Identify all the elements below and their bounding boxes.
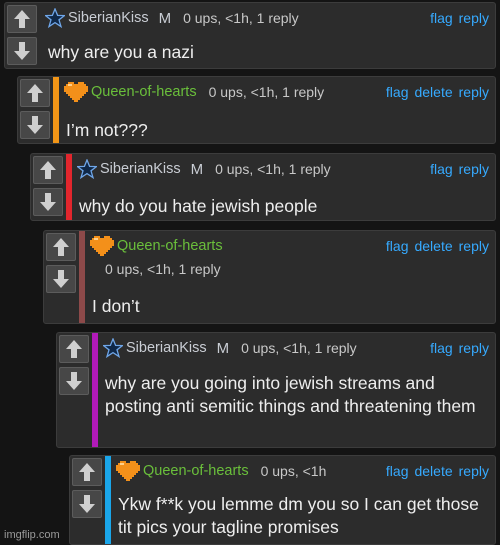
up-arrow-icon — [79, 463, 95, 481]
delete-link[interactable]: delete — [414, 463, 452, 479]
downvote-button[interactable] — [7, 37, 37, 65]
reply-link[interactable]: reply — [459, 463, 489, 479]
comment-0: SiberianKiss M 0 ups, <1h, 1 reply flag … — [4, 2, 496, 69]
username[interactable]: Queen-of-hearts — [91, 84, 197, 100]
downvote-button[interactable] — [59, 367, 89, 395]
comment-5: Queen-of-hearts 0 ups, <1h flag delete r… — [69, 455, 496, 545]
comment-text: why are you going into jewish streams an… — [105, 373, 476, 416]
thread-accent-bar — [79, 231, 85, 323]
orange-heart-icon — [116, 461, 140, 481]
upvote-button[interactable] — [59, 335, 89, 363]
username[interactable]: Queen-of-hearts — [117, 238, 223, 254]
comment-4: SiberianKiss M 0 ups, <1h, 1 reply flag … — [56, 332, 496, 448]
reply-link[interactable]: reply — [459, 238, 489, 254]
comment-text: why are you a nazi — [48, 42, 194, 62]
upvote-button[interactable] — [33, 156, 63, 184]
reply-link[interactable]: reply — [459, 161, 489, 177]
reply-link[interactable]: reply — [459, 340, 489, 356]
blue-star-icon — [103, 338, 123, 358]
username[interactable]: SiberianKiss — [68, 10, 149, 26]
flag-link[interactable]: flag — [430, 161, 453, 177]
delete-link[interactable]: delete — [414, 238, 452, 254]
down-arrow-icon — [14, 42, 30, 60]
flag-link[interactable]: flag — [386, 463, 409, 479]
up-arrow-icon — [27, 84, 43, 102]
downvote-button[interactable] — [46, 265, 76, 293]
comment-meta: 0 ups, <1h — [260, 463, 327, 479]
up-arrow-icon — [66, 340, 82, 358]
flag-link[interactable]: flag — [386, 84, 409, 100]
upvote-button[interactable] — [46, 233, 76, 261]
comment-text: I don’t — [92, 296, 140, 316]
username[interactable]: SiberianKiss — [126, 340, 207, 356]
down-arrow-icon — [53, 270, 69, 288]
comment-text: why do you hate jewish people — [79, 196, 318, 216]
comment-1: Queen-of-hearts 0 ups, <1h, 1 reply flag… — [17, 76, 496, 144]
downvote-button[interactable] — [20, 111, 50, 139]
down-arrow-icon — [66, 372, 82, 390]
upvote-button[interactable] — [7, 5, 37, 33]
flag-link[interactable]: flag — [386, 238, 409, 254]
comment-meta: 0 ups, <1h, 1 reply — [241, 340, 357, 356]
username[interactable]: Queen-of-hearts — [143, 463, 249, 479]
thread-accent-bar — [66, 154, 72, 220]
downvote-button[interactable] — [72, 490, 102, 518]
comment-3: Queen-of-hearts flag delete reply 0 ups,… — [43, 230, 496, 324]
comment-meta: 0 ups, <1h, 1 reply — [105, 261, 221, 277]
mod-badge: M — [190, 160, 204, 178]
thread-accent-bar — [105, 456, 111, 544]
down-arrow-icon — [40, 193, 56, 211]
flag-link[interactable]: flag — [430, 10, 453, 26]
upvote-button[interactable] — [20, 79, 50, 107]
comment-meta: 0 ups, <1h, 1 reply — [183, 10, 299, 26]
upvote-button[interactable] — [72, 458, 102, 486]
imgflip-watermark: imgflip.com — [4, 529, 60, 541]
downvote-button[interactable] — [33, 188, 63, 216]
reply-link[interactable]: reply — [459, 84, 489, 100]
down-arrow-icon — [27, 116, 43, 134]
up-arrow-icon — [14, 10, 30, 28]
username[interactable]: SiberianKiss — [100, 161, 181, 177]
up-arrow-icon — [40, 161, 56, 179]
mod-badge: M — [158, 9, 172, 27]
down-arrow-icon — [79, 495, 95, 513]
comment-text: Ykw f**k you lemme dm you so I can get t… — [118, 494, 479, 537]
blue-star-icon — [45, 8, 65, 28]
reply-link[interactable]: reply — [459, 10, 489, 26]
orange-heart-icon — [64, 82, 88, 102]
flag-link[interactable]: flag — [430, 340, 453, 356]
delete-link[interactable]: delete — [414, 84, 452, 100]
comment-meta: 0 ups, <1h, 1 reply — [208, 84, 325, 100]
thread-accent-bar — [92, 333, 98, 447]
up-arrow-icon — [53, 238, 69, 256]
comment-text: I’m not??? — [66, 120, 148, 140]
thread-accent-bar — [53, 77, 59, 143]
orange-heart-icon — [90, 236, 114, 256]
comment-2: SiberianKiss M 0 ups, <1h, 1 reply flag … — [30, 153, 496, 221]
mod-badge: M — [216, 339, 230, 357]
comment-meta: 0 ups, <1h, 1 reply — [215, 161, 331, 177]
blue-star-icon — [77, 159, 97, 179]
